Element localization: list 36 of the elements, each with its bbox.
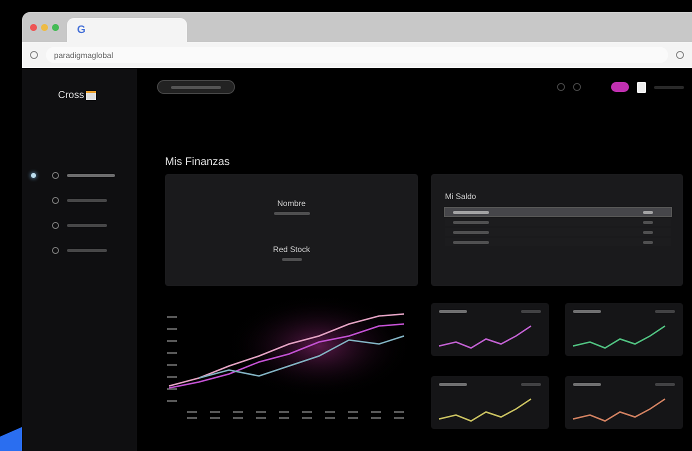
logo-icon: [86, 91, 96, 100]
blurred-text: [453, 220, 489, 224]
maximize-icon[interactable]: [52, 24, 59, 30]
blurred-text: [655, 383, 675, 386]
minimize-icon[interactable]: [41, 24, 48, 30]
active-dot: [31, 173, 36, 178]
search-field[interactable]: [157, 80, 235, 94]
close-icon[interactable]: [30, 24, 37, 30]
blurred-text: [67, 174, 115, 177]
blurred-text: [573, 383, 601, 386]
blurred-text: [521, 383, 541, 386]
address-bar[interactable]: paradigmaglobal: [46, 47, 668, 63]
blurred-text: [67, 249, 107, 252]
blurred-text: [453, 230, 489, 234]
logo-text: Cross: [58, 90, 84, 101]
corner-shape: [0, 427, 22, 451]
blurred-text: [274, 212, 310, 215]
blurred-text: [282, 258, 302, 261]
stock-label: Red Stock: [273, 245, 310, 254]
blurred-text: [573, 310, 601, 313]
notification-badge[interactable]: [611, 82, 629, 92]
blurred-text: [453, 240, 489, 244]
blurred-text: [654, 86, 684, 88]
blurred-text: [171, 86, 221, 88]
blurred-text: [453, 210, 489, 214]
blurred-text: [655, 310, 675, 313]
blurred-text: [439, 310, 467, 313]
balance-title: Mi Saldo: [445, 192, 478, 201]
avatar-icon[interactable]: [637, 82, 646, 92]
name-label: Nombre: [277, 199, 306, 208]
blurred-text: [67, 199, 107, 202]
blurred-text: [67, 224, 107, 227]
page-title: Mis Finanzas: [165, 156, 231, 168]
blurred-text: [521, 310, 541, 313]
browser-tab[interactable]: G: [67, 18, 187, 42]
blurred-text: [439, 383, 467, 386]
